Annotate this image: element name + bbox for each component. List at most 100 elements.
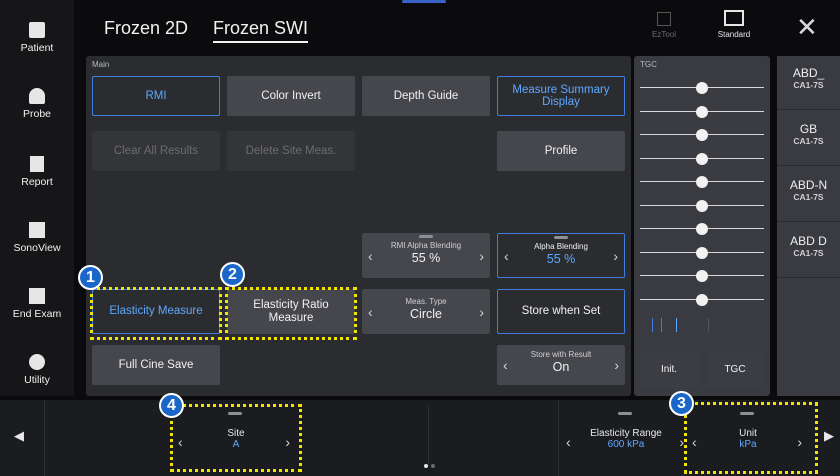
chevron-left-icon[interactable]: ‹ [566, 434, 571, 450]
annotation-box-elasticity-measure [90, 287, 222, 340]
scroll-right-icon[interactable]: ▶ [824, 428, 834, 444]
preset-item[interactable]: ABD D CA1-7S [777, 224, 840, 278]
delete-site-meas-button[interactable]: Delete Site Meas. [227, 131, 355, 171]
page-dot [431, 464, 435, 468]
stepper-value: 55 % [546, 252, 576, 266]
stepper-value: 600 kPa [607, 439, 645, 450]
tgc-slider-knob[interactable] [696, 82, 708, 94]
rmi-alpha-blending-stepper[interactable]: ‹ RMI Alpha Blending 55 % › [362, 233, 490, 278]
sidebar-item-label: Probe [22, 108, 52, 120]
chevron-left-icon[interactable]: ‹ [368, 248, 373, 264]
indicator-mark [419, 235, 433, 238]
standard-button[interactable]: Standard [712, 10, 756, 39]
preset-item[interactable]: GB CA1-7S [777, 112, 840, 166]
sidebar-item-label: End Exam [12, 308, 62, 320]
tgc-slider[interactable] [640, 82, 764, 94]
rmi-button[interactable]: RMI [92, 76, 220, 116]
color-invert-button[interactable]: Color Invert [227, 76, 355, 116]
depth-guide-button[interactable]: Depth Guide [362, 76, 490, 116]
indicator-mark [554, 236, 568, 239]
alpha-blending-stepper[interactable]: ‹ Alpha Blending 55 % › [497, 233, 625, 278]
tgc-slider[interactable] [640, 176, 764, 188]
stepper-caption: Elasticity Range [590, 428, 662, 439]
init-button[interactable]: Init. [640, 352, 698, 388]
tgc-slider-knob[interactable] [696, 105, 708, 118]
profile-button[interactable]: Profile [497, 131, 625, 171]
tgc-slider[interactable] [640, 199, 764, 212]
elasticity-range-stepper[interactable]: ‹ Elasticity Range 600 kPa › [562, 400, 690, 476]
tgc-slider-knob[interactable] [696, 246, 708, 259]
tgc-slider[interactable] [640, 105, 764, 118]
sidebar-item-label: Patient [20, 42, 54, 54]
top-indicator [402, 0, 446, 3]
preset-item[interactable]: ABD_ CA1-7S [777, 56, 840, 110]
section-label-main: Main [92, 60, 110, 69]
tgc-slider-knob[interactable] [696, 152, 708, 165]
chevron-right-icon[interactable]: › [614, 357, 619, 373]
tgc-slider-knob[interactable] [696, 129, 708, 141]
scroll-left-icon[interactable]: ◀ [14, 428, 24, 444]
stepper-value: On [552, 360, 570, 374]
sidebar-item-label: Utility [24, 374, 50, 386]
utility-icon [29, 354, 45, 370]
sidebar-item-probe[interactable]: Probe [0, 80, 74, 140]
tgc-slider[interactable] [640, 223, 764, 235]
divider [428, 406, 429, 466]
page-dot-active [424, 464, 428, 468]
tgc-slider[interactable] [640, 152, 764, 165]
chevron-right-icon[interactable]: › [479, 248, 484, 264]
preset-name: ABD-N [789, 178, 828, 192]
tgc-button[interactable]: TGC [706, 352, 764, 388]
report-icon [30, 156, 44, 172]
sidebar-item-sonoview[interactable]: SonoView [0, 214, 74, 274]
sidebar-item-patient[interactable]: Patient [0, 14, 74, 74]
annotation-badge-1: 1 [78, 265, 103, 290]
tgc-slider[interactable] [640, 129, 764, 141]
preset-list: ABD_ CA1-7S GB CA1-7S ABD-N CA1-7S ABD D… [777, 56, 840, 396]
annotation-badge-4: 4 [159, 393, 184, 418]
eztool-icon [657, 12, 671, 26]
meas-type-stepper[interactable]: ‹ Meas. Type Circle › [362, 289, 490, 334]
standard-label: Standard [717, 30, 751, 39]
preset-item[interactable]: ABD-N CA1-7S [777, 168, 840, 222]
preset-name: GB [799, 122, 818, 136]
annotation-badge-2: 2 [220, 262, 245, 287]
chevron-right-icon[interactable]: › [479, 304, 484, 320]
end-exam-icon [29, 288, 45, 304]
tgc-slider-knob[interactable] [696, 293, 708, 306]
preset-name: ABD D [790, 234, 827, 248]
store-when-set-button[interactable]: Store when Set [497, 289, 625, 334]
tgc-slider[interactable] [640, 293, 764, 306]
preset-probe: CA1-7S [793, 248, 824, 258]
chevron-left-icon[interactable]: ‹ [504, 248, 509, 264]
close-icon[interactable]: ✕ [796, 14, 818, 40]
eztool-label: EzTool [651, 30, 676, 39]
sidebar-item-utility[interactable]: Utility [0, 346, 74, 406]
sidebar-item-label: Report [21, 176, 53, 188]
sidebar-item-end-exam[interactable]: End Exam [0, 280, 74, 340]
tab-frozen-2d[interactable]: Frozen 2D [104, 18, 188, 39]
tgc-mini-indicator [652, 318, 712, 332]
annotation-box-unit [684, 402, 818, 474]
tgc-slider[interactable] [640, 270, 764, 282]
annotation-box-elasticity-ratio [225, 287, 357, 340]
sonoview-icon [29, 222, 45, 238]
tab-frozen-swi[interactable]: Frozen SWI [213, 18, 309, 43]
stepper-value: 55 % [411, 251, 441, 265]
tgc-slider-knob[interactable] [696, 176, 708, 188]
tgc-slider[interactable] [640, 246, 764, 259]
tgc-slider-knob[interactable] [696, 223, 708, 235]
clear-all-results-button[interactable]: Clear All Results [92, 131, 220, 171]
chevron-right-icon[interactable]: › [613, 248, 618, 264]
divider [44, 400, 45, 476]
store-with-result-stepper[interactable]: ‹ Store with Result On › [497, 345, 625, 385]
chevron-left-icon[interactable]: ‹ [368, 304, 373, 320]
sidebar-item-report[interactable]: Report [0, 148, 74, 208]
indicator-mark [618, 412, 632, 415]
full-cine-save-button[interactable]: Full Cine Save [92, 345, 220, 385]
tgc-slider-knob[interactable] [696, 199, 708, 212]
measure-summary-display-button[interactable]: Measure Summary Display [497, 76, 625, 116]
tgc-slider-knob[interactable] [696, 270, 708, 282]
chevron-left-icon[interactable]: ‹ [503, 357, 508, 373]
eztool-button[interactable]: EzTool [650, 12, 678, 39]
